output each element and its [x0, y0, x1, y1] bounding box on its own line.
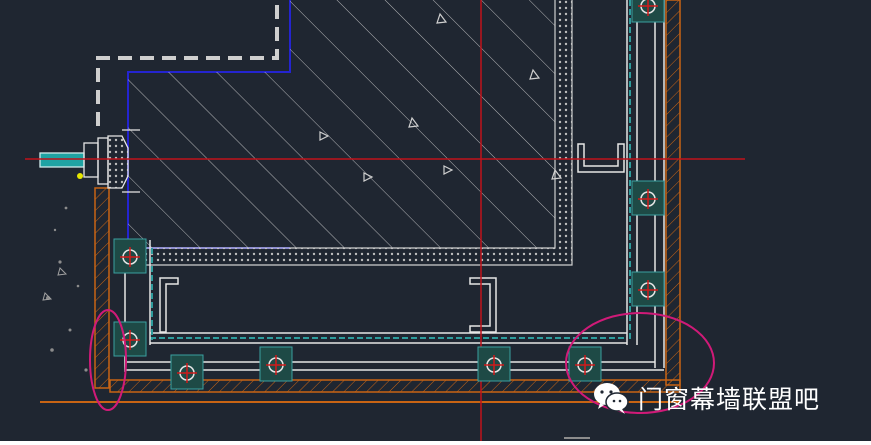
finish-panel-left — [94, 187, 110, 389]
anchor-bolt — [631, 180, 665, 216]
cad-detail-svg — [0, 0, 871, 441]
anchor-bolt — [259, 346, 293, 382]
anchor-bolt — [631, 0, 665, 23]
anchor-bolt — [170, 354, 204, 390]
anchor-bolt — [477, 346, 511, 382]
finish-panel-right — [665, 0, 681, 386]
anchor-bolt — [568, 346, 602, 382]
anchor-bolt — [631, 271, 665, 307]
cad-drawing — [0, 0, 871, 441]
sealant-dot — [77, 173, 83, 179]
watermark-text: 门窗幕墙联盟吧 — [638, 385, 821, 414]
watermark: 门窗幕墙联盟吧 — [592, 378, 854, 418]
anchor-bolt — [113, 321, 147, 357]
anchor-bolt — [113, 238, 147, 274]
wechat-icon — [594, 383, 629, 414]
